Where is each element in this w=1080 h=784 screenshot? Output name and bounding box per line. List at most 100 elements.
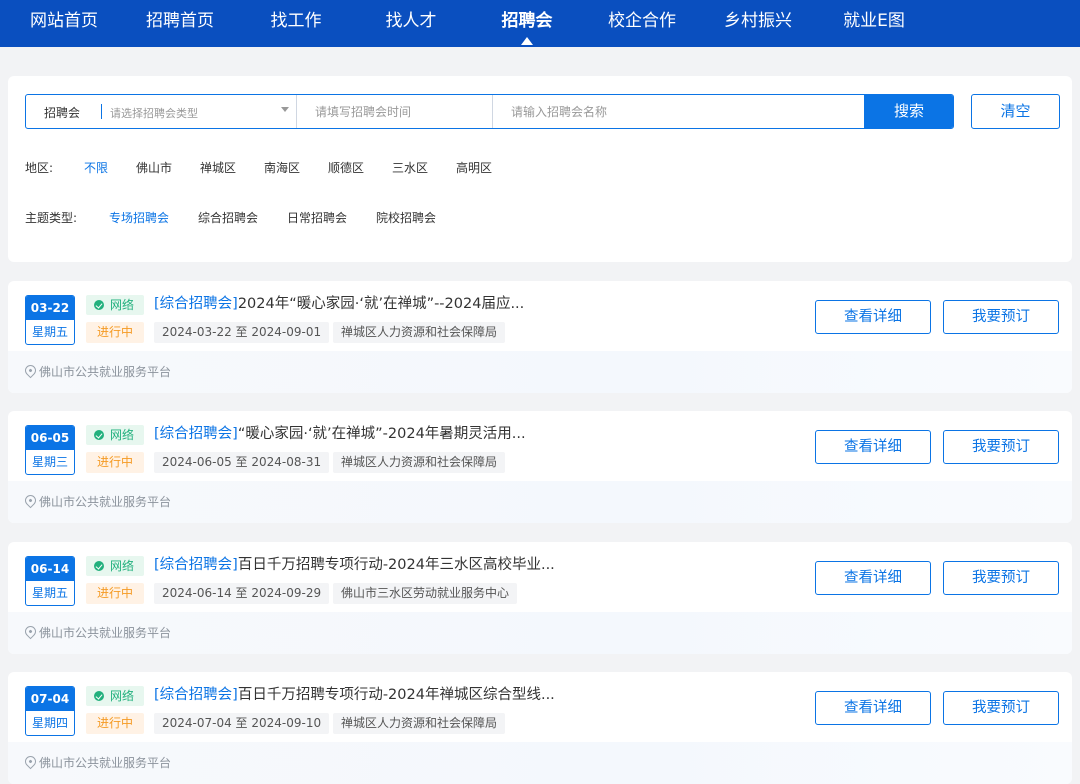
location-text: 佛山市公共就业服务平台 — [39, 495, 172, 509]
date-day: 06-05 — [26, 426, 74, 450]
fair-time-input[interactable] — [297, 95, 492, 128]
fair-category: [综合招聘会] — [154, 296, 238, 312]
fair-category: [综合招聘会] — [154, 687, 238, 703]
date-badge: 06-14 星期五 — [25, 556, 75, 606]
card-footer: 佛山市公共就业服务平台 — [8, 742, 1072, 784]
top-nav: 网站首页 招聘首页 找工作 找人才 招聘会 校企合作 乡村振兴 就业E图 — [0, 0, 1080, 47]
search-panel: 招聘会 请选择招聘会类型 搜索 清空 地区: 不限 佛山市 禅城区 南海区 顺德… — [8, 76, 1072, 262]
fair-title-link[interactable]: [综合招聘会]2024年“暖心家园·‘就’在禅城”--2024届应... — [154, 293, 774, 315]
nav-item-school-enterprise[interactable]: 校企合作 — [594, 0, 690, 47]
job-fair-card: 佛山市公共就业服务平台 06-05 星期三 网络 进行中 [综合招聘会]“暖心家… — [8, 411, 1072, 523]
online-check-icon — [94, 691, 104, 701]
view-detail-button[interactable]: 查看详细 — [815, 300, 931, 334]
book-button[interactable]: 我要预订 — [943, 691, 1059, 725]
theme-option-daily[interactable]: 日常招聘会 — [287, 208, 347, 228]
online-tag-label: 网络 — [110, 559, 135, 573]
region-option-sanshui[interactable]: 三水区 — [392, 158, 428, 178]
theme-option-special[interactable]: 专场招聘会 — [109, 208, 169, 228]
nav-item-find-job[interactable]: 找工作 — [258, 0, 334, 47]
fair-title-link[interactable]: [综合招聘会]百日千万招聘专项行动-2024年禅城区综合型线... — [154, 684, 774, 706]
divider — [101, 104, 102, 119]
date-badge: 03-22 星期五 — [25, 295, 75, 345]
book-button[interactable]: 我要预订 — [943, 430, 1059, 464]
nav-item-home[interactable]: 网站首页 — [16, 0, 112, 47]
date-weekday: 星期五 — [31, 325, 68, 339]
fair-name-input[interactable] — [493, 95, 863, 128]
date-weekday: 星期四 — [31, 716, 68, 730]
location-text: 佛山市公共就业服务平台 — [39, 626, 172, 640]
fair-title: “暖心家园·‘就’在禅城”-2024年暑期灵活用... — [237, 426, 526, 442]
card-footer: 佛山市公共就业服务平台 — [8, 481, 1072, 523]
status-badge: 进行中 — [86, 452, 144, 473]
theme-option-college[interactable]: 院校招聘会 — [376, 208, 436, 228]
location-pin-icon — [22, 492, 39, 509]
date-range: 2024-07-04 至 2024-09-10 — [154, 713, 330, 734]
location-pin-icon — [22, 623, 39, 640]
online-tag: 网络 — [86, 686, 144, 706]
region-option-nanhai[interactable]: 南海区 — [264, 158, 300, 178]
clear-button[interactable]: 清空 — [971, 94, 1060, 129]
fair-title: 百日千万招聘专项行动-2024年禅城区综合型线... — [237, 687, 555, 703]
region-option-all[interactable]: 不限 — [84, 158, 108, 178]
online-tag-label: 网络 — [110, 689, 135, 703]
nav-item-job-fair[interactable]: 招聘会 — [487, 0, 567, 47]
online-check-icon — [94, 430, 104, 440]
date-weekday: 星期五 — [31, 586, 68, 600]
nav-item-job-fair-label: 招聘会 — [501, 11, 553, 31]
job-fair-card: 佛山市公共就业服务平台 06-14 星期五 网络 进行中 [综合招聘会]百日千万… — [8, 542, 1072, 654]
fair-category: [综合招聘会] — [154, 557, 238, 573]
organizer: 禅城区人力资源和社会保障局 — [333, 713, 506, 734]
organizer: 禅城区人力资源和社会保障局 — [333, 322, 506, 343]
online-check-icon — [94, 300, 104, 310]
theme-option-comprehensive[interactable]: 综合招聘会 — [198, 208, 258, 228]
status-badge: 进行中 — [86, 713, 144, 734]
nav-item-find-talent[interactable]: 找人才 — [373, 0, 449, 47]
location-pin-icon — [22, 362, 39, 379]
fair-title: 2024年“暖心家园·‘就’在禅城”--2024届应... — [237, 296, 525, 312]
fair-type-label: 招聘会 — [44, 106, 81, 120]
region-option-gaoming[interactable]: 高明区 — [456, 158, 492, 178]
organizer: 佛山市三水区劳动就业服务中心 — [333, 583, 518, 604]
region-option-shunde[interactable]: 顺德区 — [328, 158, 364, 178]
location-text: 佛山市公共就业服务平台 — [39, 756, 172, 770]
fair-category: [综合招聘会] — [154, 426, 238, 442]
region-option-foshan[interactable]: 佛山市 — [136, 158, 172, 178]
region-filter-label: 地区: — [25, 161, 54, 175]
fair-type-placeholder: 请选择招聘会类型 — [110, 107, 198, 120]
nav-item-recruit-home[interactable]: 招聘首页 — [132, 0, 228, 47]
search-button[interactable]: 搜索 — [864, 95, 953, 128]
card-footer: 佛山市公共就业服务平台 — [8, 612, 1072, 654]
region-option-chancheng[interactable]: 禅城区 — [200, 158, 236, 178]
online-tag: 网络 — [86, 425, 144, 445]
view-detail-button[interactable]: 查看详细 — [815, 691, 931, 725]
date-day: 07-04 — [26, 687, 74, 711]
theme-filter-label: 主题类型: — [25, 211, 78, 225]
online-tag-label: 网络 — [110, 298, 135, 312]
fair-title-link[interactable]: [综合招聘会]“暖心家园·‘就’在禅城”-2024年暑期灵活用... — [154, 423, 774, 445]
job-fair-card: 佛山市公共就业服务平台 07-04 星期四 网络 进行中 [综合招聘会]百日千万… — [8, 672, 1072, 784]
date-badge: 07-04 星期四 — [25, 686, 75, 736]
nav-item-employment-map[interactable]: 就业E图 — [826, 0, 922, 47]
search-bar: 招聘会 请选择招聘会类型 搜索 — [25, 94, 954, 129]
organizer: 禅城区人力资源和社会保障局 — [333, 452, 506, 473]
region-filter: 地区: 不限 佛山市 禅城区 南海区 顺德区 三水区 高明区 — [25, 158, 525, 178]
fair-title: 百日千万招聘专项行动-2024年三水区高校毕业... — [237, 557, 555, 573]
date-day: 06-14 — [26, 557, 74, 581]
location-text: 佛山市公共就业服务平台 — [39, 365, 172, 379]
online-tag: 网络 — [86, 556, 144, 576]
view-detail-button[interactable]: 查看详细 — [815, 561, 931, 595]
fair-title-link[interactable]: [综合招聘会]百日千万招聘专项行动-2024年三水区高校毕业... — [154, 554, 774, 576]
job-fair-card: 佛山市公共就业服务平台 03-22 星期五 网络 进行中 [综合招聘会]2024… — [8, 281, 1072, 393]
active-caret-icon — [521, 37, 533, 45]
book-button[interactable]: 我要预订 — [943, 300, 1059, 334]
card-footer: 佛山市公共就业服务平台 — [8, 351, 1072, 393]
nav-item-rural[interactable]: 乡村振兴 — [710, 0, 806, 47]
location-pin-icon — [22, 753, 39, 770]
date-range: 2024-03-22 至 2024-09-01 — [154, 322, 330, 343]
book-button[interactable]: 我要预订 — [943, 561, 1059, 595]
date-weekday: 星期三 — [31, 455, 68, 469]
theme-filter: 主题类型: 专场招聘会 综合招聘会 日常招聘会 院校招聘会 — [25, 208, 525, 228]
view-detail-button[interactable]: 查看详细 — [815, 430, 931, 464]
online-tag: 网络 — [86, 295, 144, 315]
fair-type-select[interactable]: 招聘会 请选择招聘会类型 — [26, 95, 296, 128]
